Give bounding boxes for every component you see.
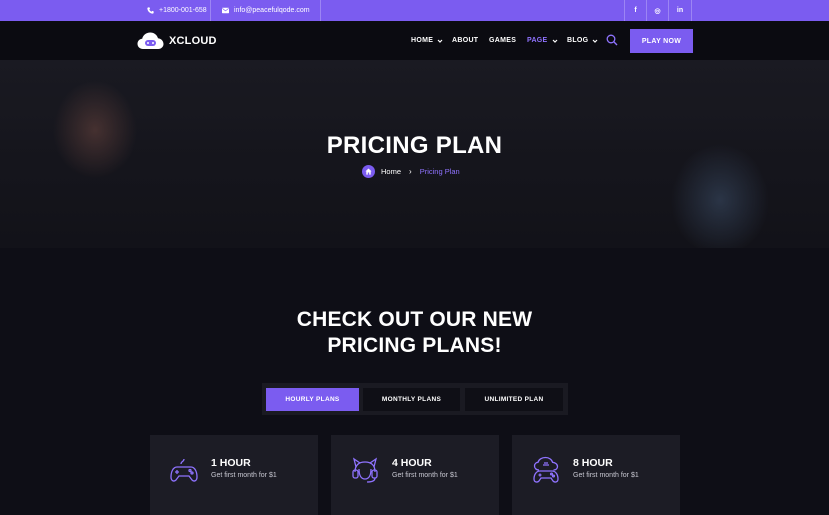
mail-icon <box>222 7 229 14</box>
top-bar: +1800-001-658 info@peacefulqode.com f ◎ … <box>0 0 829 21</box>
topbar-divider <box>320 0 321 21</box>
nav-label: GAMES <box>489 37 517 44</box>
facebook-icon[interactable]: f <box>624 0 646 21</box>
card-title: 4 HOUR <box>392 457 432 469</box>
cloud-gamepad-icon <box>533 456 559 483</box>
brand-name: XCLOUD <box>169 35 217 47</box>
card-title: 1 HOUR <box>211 457 251 469</box>
nav-about[interactable]: ABOUT <box>452 21 478 60</box>
email-contact[interactable]: info@peacefulqode.com <box>222 0 310 21</box>
card-subtitle: Get first month for $1 <box>211 472 277 479</box>
chevron-down-icon <box>552 39 557 43</box>
main-navbar: XCLOUD HOME ABOUT GAMES PAGE BLOG PLAY N… <box>0 21 829 60</box>
pricing-card[interactable]: 8 HOUR Get first month for $1 <box>512 435 680 515</box>
chevron-right-icon: › <box>409 166 412 176</box>
plan-tabs: HOURLY PLANS MONTHLY PLANS UNLIMITED PLA… <box>262 383 568 415</box>
tab-hourly-plans[interactable]: HOURLY PLANS <box>266 388 359 411</box>
card-subtitle: Get first month for $1 <box>392 472 458 479</box>
phone-number: +1800-001-658 <box>159 7 207 14</box>
brand-logo[interactable]: XCLOUD <box>137 31 217 51</box>
nav-games[interactable]: GAMES <box>489 21 516 60</box>
search-icon[interactable] <box>606 34 618 46</box>
nav-page[interactable]: PAGE <box>527 21 558 60</box>
nav-label: ABOUT <box>452 37 479 44</box>
nav-label: PAGE <box>527 37 548 44</box>
cloud-logo-icon <box>137 32 164 49</box>
chevron-down-icon <box>437 39 443 43</box>
nav-blog[interactable]: BLOG <box>567 21 598 60</box>
chevron-down-icon <box>592 39 598 43</box>
nav-label: BLOG <box>567 37 589 44</box>
pricing-card[interactable]: 1 HOUR Get first month for $1 <box>150 435 318 515</box>
pricing-section-title: CHECK OUT OUR NEW PRICING PLANS! <box>0 307 829 359</box>
breadcrumb-current: Pricing Plan <box>419 166 460 176</box>
instagram-icon[interactable]: ◎ <box>646 0 668 21</box>
phone-icon <box>147 7 154 14</box>
page-title: PRICING PLAN <box>326 132 503 159</box>
email-address: info@peacefulqode.com <box>234 7 310 14</box>
play-now-button[interactable]: PLAY NOW <box>630 29 693 53</box>
home-icon[interactable] <box>362 164 375 178</box>
gamepad-icon <box>170 458 198 482</box>
breadcrumb-home-link[interactable]: Home <box>381 167 401 176</box>
headset-icon <box>352 457 378 483</box>
tab-monthly-plans[interactable]: MONTHLY PLANS <box>363 388 460 411</box>
phone-contact[interactable]: +1800-001-658 <box>147 0 207 21</box>
tab-unlimited-plan[interactable]: UNLIMITED PLAN <box>465 388 563 411</box>
topbar-divider <box>210 0 211 21</box>
breadcrumb: Home › Pricing Plan <box>362 164 460 178</box>
card-title: 8 HOUR <box>573 457 613 469</box>
nav-home[interactable]: HOME <box>411 21 443 60</box>
title-line: CHECK OUT OUR NEW <box>296 308 533 331</box>
linkedin-icon[interactable]: in <box>668 0 692 21</box>
title-line: PRICING PLANS! <box>327 334 502 357</box>
nav-label: HOME <box>411 37 434 44</box>
page-hero-banner: PRICING PLAN Home › Pricing Plan <box>0 60 829 248</box>
pricing-card[interactable]: 4 HOUR Get first month for $1 <box>331 435 499 515</box>
card-subtitle: Get first month for $1 <box>573 472 639 479</box>
